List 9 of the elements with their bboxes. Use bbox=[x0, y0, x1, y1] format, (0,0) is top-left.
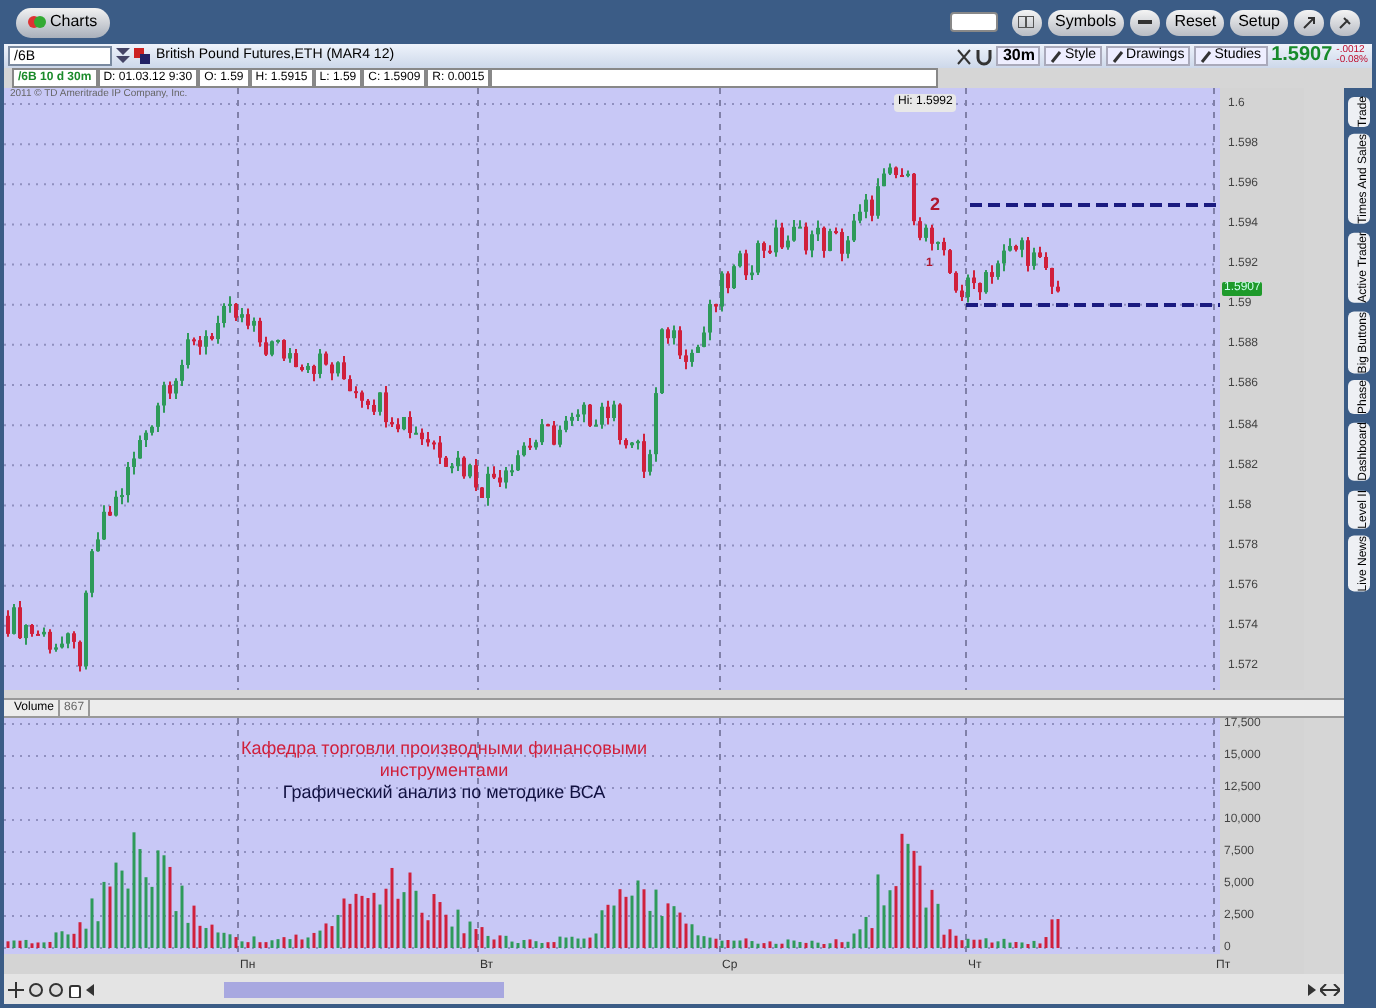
last-price: 1.5907 bbox=[1271, 46, 1333, 66]
header-button[interactable]: Setup bbox=[1230, 9, 1288, 35]
annotation-title: Кафедра торговли производными финансовыми инструментами bbox=[238, 738, 650, 782]
header-button[interactable]: Reset bbox=[1166, 9, 1225, 35]
annotation-subtitle: Графический анализ по методике ВСА bbox=[282, 782, 606, 804]
header-button[interactable]: Symbols bbox=[1047, 9, 1125, 35]
wave-marker: 2 bbox=[930, 192, 941, 218]
charts-app-button[interactable]: Charts bbox=[16, 7, 110, 37]
aggregation-button[interactable]: 30m bbox=[996, 46, 1041, 66]
